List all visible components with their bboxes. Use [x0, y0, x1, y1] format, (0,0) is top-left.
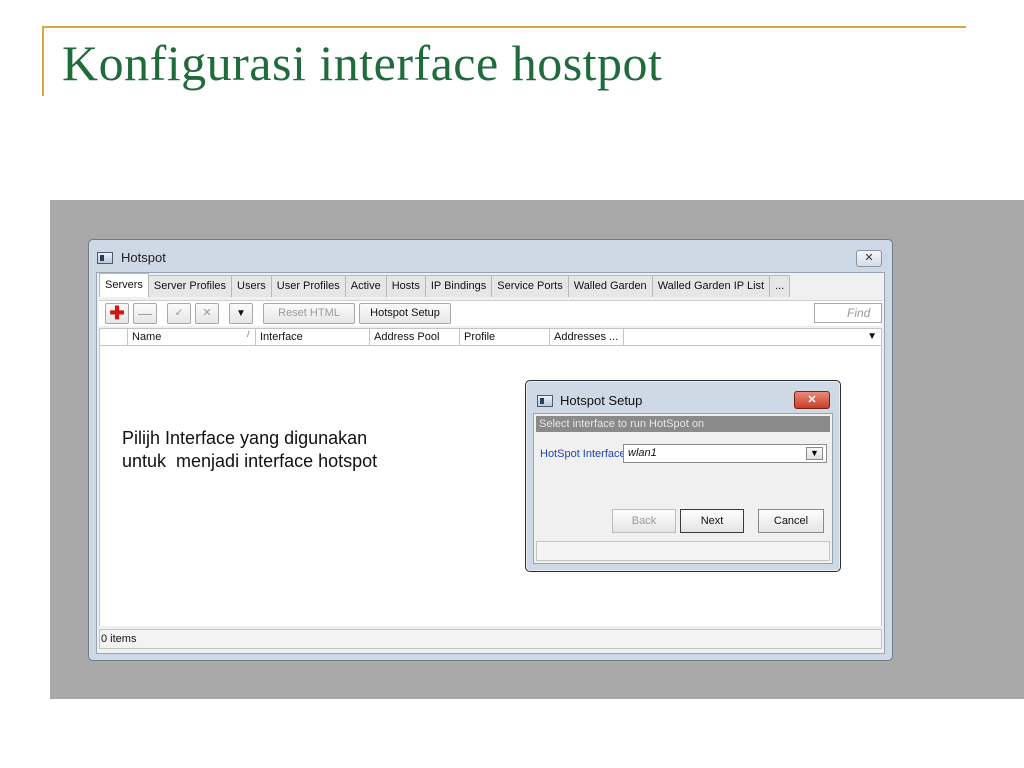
- status-bar: 0 items: [99, 629, 882, 649]
- column-marker: [100, 329, 128, 345]
- window-titlebar[interactable]: Hotspot ✕: [89, 240, 892, 274]
- tab-bar: Servers Server Profiles Users User Profi…: [99, 273, 791, 297]
- column-menu-icon[interactable]: ▼: [867, 329, 877, 345]
- enable-button[interactable]: ✓: [167, 303, 191, 324]
- sort-indicator: /: [247, 329, 250, 339]
- close-button[interactable]: ✕: [856, 250, 882, 267]
- tab-servers[interactable]: Servers: [99, 273, 149, 297]
- hotspot-setup-button[interactable]: Hotspot Setup: [359, 303, 451, 324]
- dialog-client: Select interface to run HotSpot on HotSp…: [533, 413, 833, 564]
- column-interface[interactable]: Interface: [256, 329, 370, 345]
- remove-button[interactable]: —: [133, 303, 157, 324]
- dialog-banner: Select interface to run HotSpot on: [536, 416, 830, 432]
- title-accent-bar: [42, 26, 44, 96]
- tab-walled-garden[interactable]: Walled Garden: [567, 275, 653, 297]
- tab-ip-bindings[interactable]: IP Bindings: [424, 275, 493, 297]
- toolbar: ✚ — ✓ ✕ ▼ Reset HTML Hotspot Setup Find: [99, 300, 882, 326]
- tab-hosts[interactable]: Hosts: [385, 275, 426, 297]
- dialog-status-bar: [536, 541, 830, 561]
- tab-user-profiles[interactable]: User Profiles: [270, 275, 346, 297]
- hotspot-setup-dialog: Hotspot Setup ✕ Select interface to run …: [525, 380, 841, 572]
- window-title: Hotspot: [121, 250, 166, 265]
- title-accent-line: [42, 26, 966, 28]
- hotspot-interface-value: wlan1: [628, 447, 657, 459]
- cancel-button[interactable]: Cancel: [758, 509, 824, 533]
- column-addresses[interactable]: Addresses ...: [550, 329, 624, 345]
- disable-button[interactable]: ✕: [195, 303, 219, 324]
- filter-icon[interactable]: ▼: [229, 303, 253, 324]
- instruction-text: Pilijh Interface yang digunakan untuk me…: [122, 428, 378, 471]
- tab-more[interactable]: ...: [769, 275, 791, 297]
- dialog-title: Hotspot Setup: [560, 393, 643, 408]
- next-button[interactable]: Next: [680, 509, 744, 533]
- hotspot-interface-select[interactable]: wlan1 ▼: [623, 444, 827, 463]
- hotspot-interface-label: HotSpot Interface:: [540, 448, 629, 460]
- reset-html-button[interactable]: Reset HTML: [263, 303, 355, 324]
- column-header: Name / Interface Address Pool Profile Ad…: [99, 328, 882, 346]
- tab-service-ports[interactable]: Service Ports: [491, 275, 569, 297]
- tab-users[interactable]: Users: [231, 275, 272, 297]
- tab-walled-garden-ip-list[interactable]: Walled Garden IP List: [651, 275, 771, 297]
- column-address-pool[interactable]: Address Pool: [370, 329, 460, 345]
- column-name[interactable]: Name: [128, 329, 256, 345]
- window-icon: [97, 252, 113, 264]
- find-input[interactable]: Find: [814, 303, 882, 323]
- dialog-close-button[interactable]: ✕: [794, 391, 830, 409]
- add-button[interactable]: ✚: [105, 303, 129, 324]
- dropdown-arrow-icon[interactable]: ▼: [806, 447, 823, 460]
- tab-active[interactable]: Active: [344, 275, 387, 297]
- slide-title: Konfigurasi interface hostpot: [62, 35, 663, 91]
- column-profile[interactable]: Profile: [460, 329, 550, 345]
- dialog-icon: [537, 395, 553, 407]
- back-button[interactable]: Back: [612, 509, 676, 533]
- tab-server-profiles[interactable]: Server Profiles: [147, 275, 233, 297]
